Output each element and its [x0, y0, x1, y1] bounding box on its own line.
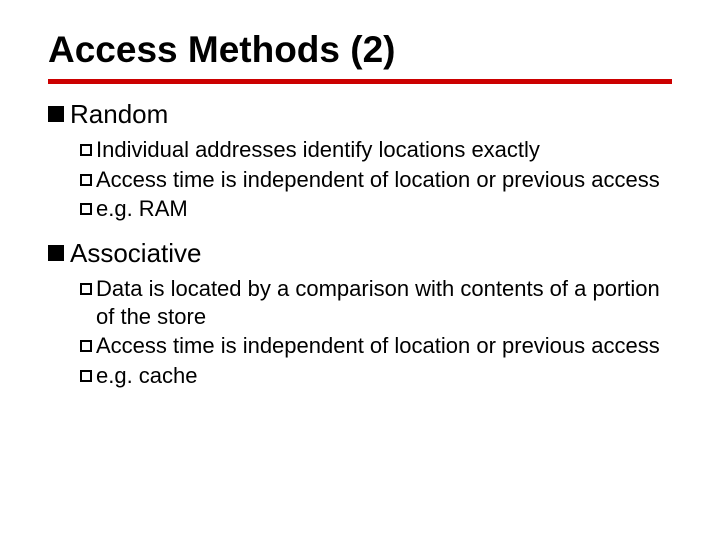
list-item: Data is located by a comparison with con… — [80, 275, 672, 330]
list-item: Access time is independent of location o… — [80, 332, 672, 360]
list-item-text: Access time is independent of location o… — [96, 332, 672, 360]
square-bullet-icon — [48, 245, 64, 261]
list-item-text: Access time is independent of location o… — [96, 166, 672, 194]
list-item-text: Data is located by a comparison with con… — [96, 275, 672, 330]
list-item-text: Individual addresses identify locations … — [96, 136, 672, 164]
section-heading-text: Associative — [70, 237, 672, 270]
hollow-square-bullet-icon — [80, 370, 92, 382]
section-items: Individual addresses identify locations … — [48, 136, 672, 223]
section-heading: Associative — [48, 237, 672, 270]
hollow-square-bullet-icon — [80, 144, 92, 156]
slide: Access Methods (2) Random Individual add… — [0, 0, 720, 540]
hollow-square-bullet-icon — [80, 283, 92, 295]
slide-content: Random Individual addresses identify loc… — [48, 98, 672, 390]
section-heading: Random — [48, 98, 672, 131]
list-item-text: e.g. cache — [96, 362, 672, 390]
hollow-square-bullet-icon — [80, 340, 92, 352]
slide-title: Access Methods (2) — [48, 30, 672, 71]
list-item: e.g. RAM — [80, 195, 672, 223]
section-heading-text: Random — [70, 98, 672, 131]
list-item: Access time is independent of location o… — [80, 166, 672, 194]
title-underline — [48, 79, 672, 84]
hollow-square-bullet-icon — [80, 203, 92, 215]
list-item: Individual addresses identify locations … — [80, 136, 672, 164]
list-item-text: e.g. RAM — [96, 195, 672, 223]
section-items: Data is located by a comparison with con… — [48, 275, 672, 389]
list-item: e.g. cache — [80, 362, 672, 390]
hollow-square-bullet-icon — [80, 174, 92, 186]
square-bullet-icon — [48, 106, 64, 122]
